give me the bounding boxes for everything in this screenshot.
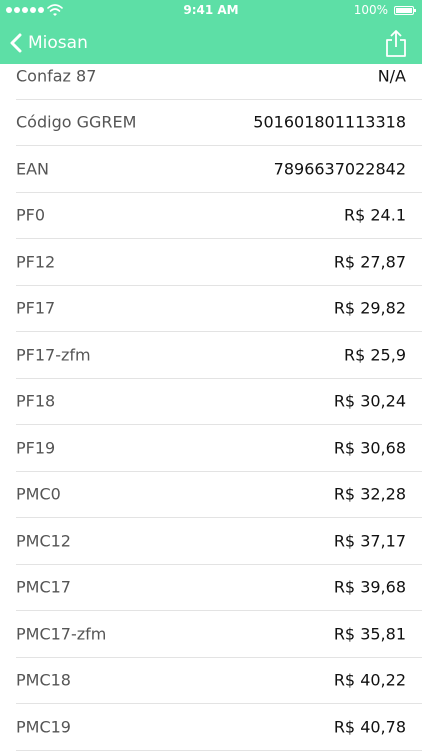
list-item: PMC19 R$ 40,78: [16, 704, 422, 751]
row-label: PMC17-zfm: [16, 624, 107, 644]
row-value: R$ 39,68: [333, 577, 406, 597]
row-value: R$ 40,78: [333, 717, 406, 737]
battery-percentage: 100%: [353, 3, 388, 17]
list-item: PF19 R$ 30,68: [16, 425, 422, 472]
list-item: PF12 R$ 27,87: [16, 239, 422, 286]
navigation-bar: Miosan: [0, 22, 422, 64]
row-value: R$ 30,68: [333, 438, 406, 458]
row-value: R$ 35,81: [333, 624, 406, 644]
row-value: 501601801113318: [253, 112, 406, 132]
row-value: R$ 25,9: [343, 345, 406, 365]
row-label: PMC12: [16, 531, 71, 551]
list-item: Código GGREM 501601801113318: [16, 100, 422, 146]
row-value: N/A: [377, 66, 406, 86]
list-item: PMC12 R$ 37,17: [16, 518, 422, 565]
row-label: PF12: [16, 252, 56, 272]
share-icon[interactable]: [382, 28, 410, 58]
list-item: PMC17-zfm R$ 35,81: [16, 611, 422, 658]
row-value: 7896637022842: [273, 159, 406, 179]
details-list: Confaz 87 N/A Código GGREM 5016018011133…: [0, 53, 422, 751]
list-item: EAN 7896637022842: [16, 146, 422, 193]
list-item: PF0 R$ 24.1: [16, 193, 422, 239]
row-label: PMC19: [16, 717, 71, 737]
status-bar: 9:41 AM 100%: [0, 0, 422, 22]
row-label: Confaz 87: [16, 66, 97, 86]
back-button[interactable]: Miosan: [10, 22, 88, 64]
list-item: PMC0 R$ 32,28: [16, 472, 422, 518]
row-label: EAN: [16, 159, 50, 179]
list-item: PMC17 R$ 39,68: [16, 565, 422, 611]
list-item: PF17 R$ 29,82: [16, 286, 422, 332]
row-label: PF19: [16, 438, 56, 458]
row-label: PMC0: [16, 484, 61, 504]
row-value: R$ 29,82: [333, 298, 406, 318]
row-label: PMC17: [16, 577, 71, 597]
row-value: R$ 24.1: [343, 205, 406, 225]
row-value: R$ 40,22: [333, 670, 406, 690]
list-item: PF17-zfm R$ 25,9: [16, 332, 422, 379]
row-label: PF18: [16, 391, 56, 411]
row-value: R$ 30,24: [333, 391, 406, 411]
list-item: PMC18 R$ 40,22: [16, 658, 422, 704]
row-label: Código GGREM: [16, 112, 137, 132]
list-item: PF18 R$ 30,24: [16, 379, 422, 425]
battery-icon: [394, 6, 416, 15]
row-value: R$ 37,17: [333, 531, 406, 551]
row-label: PF17-zfm: [16, 345, 91, 365]
chevron-left-icon: [10, 33, 22, 53]
row-value: R$ 32,28: [333, 484, 406, 504]
header: 9:41 AM 100% Miosan: [0, 0, 422, 64]
row-label: PF0: [16, 205, 46, 225]
row-value: R$ 27,87: [333, 252, 406, 272]
row-label: PMC18: [16, 670, 71, 690]
row-label: PF17: [16, 298, 56, 318]
back-label: Miosan: [28, 33, 88, 53]
